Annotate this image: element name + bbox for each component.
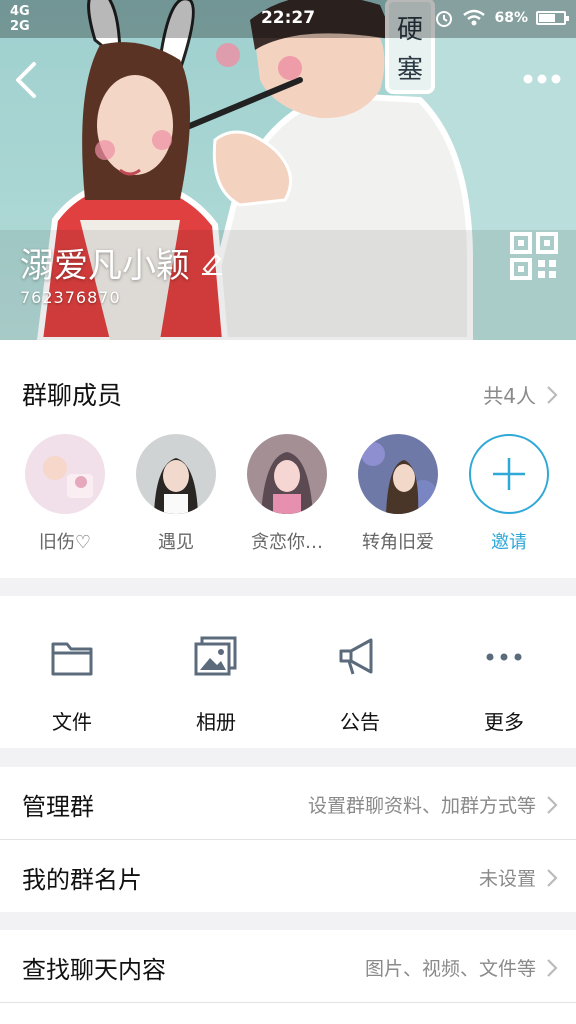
edit-pencil-icon[interactable]	[200, 251, 224, 275]
search-chat-value-wrap: 图片、视频、文件等	[365, 954, 558, 981]
chevron-right-icon	[547, 868, 558, 887]
announcement-button[interactable]: 公告	[310, 634, 410, 735]
megaphone-icon	[339, 638, 373, 675]
my-group-card-value-wrap: 未设置	[479, 864, 558, 891]
folder-icon	[51, 642, 93, 676]
album-label: 相册	[196, 710, 236, 734]
member-item[interactable]: 转角旧爱	[343, 434, 453, 554]
my-group-card-row[interactable]: 我的群名片 未设置	[0, 840, 576, 912]
more-icon	[523, 74, 561, 84]
chevron-right-icon	[547, 795, 558, 814]
files-button[interactable]: 文件	[22, 634, 122, 735]
member-item[interactable]: 旧伤♡	[10, 434, 120, 554]
announcement-label: 公告	[340, 710, 380, 734]
my-group-card-label: 我的群名片	[22, 866, 142, 894]
group-id: 762376870	[20, 288, 121, 307]
album-button[interactable]: 相册	[166, 634, 266, 735]
manage-group-row[interactable]: 管理群 设置群聊资料、加群方式等	[0, 767, 576, 839]
chevron-right-icon	[547, 385, 558, 404]
more-tools-button[interactable]: 更多	[454, 634, 554, 735]
more-dots-icon	[486, 653, 522, 661]
members-title: 群聊成员	[22, 381, 123, 410]
avatar	[25, 434, 105, 514]
member-name: 转角旧爱	[362, 532, 434, 553]
group-tools-section: 文件 相册 公告 更多	[0, 596, 576, 748]
files-label: 文件	[52, 710, 92, 734]
wifi-icon	[463, 9, 486, 26]
members-count-link[interactable]: 共4人	[483, 380, 558, 409]
manage-group-label: 管理群	[22, 793, 94, 821]
battery-icon	[536, 11, 569, 25]
invite-circle	[469, 434, 549, 514]
member-name: 旧伤♡	[38, 532, 92, 553]
avatar	[247, 434, 327, 514]
group-name-row[interactable]: 溺爱凡小颖	[20, 238, 224, 287]
album-icon	[194, 636, 237, 676]
back-icon	[16, 62, 36, 98]
alarm-icon	[436, 11, 453, 27]
back-button[interactable]	[10, 58, 46, 102]
chevron-right-icon	[547, 958, 558, 977]
member-name: 遇见	[158, 532, 194, 553]
group-members-section: 群聊成员 共4人 旧伤♡ 遇见 贪恋你… 转角旧爱 邀请	[0, 340, 576, 578]
group-header-banner: 硬 塞 4G 2G 22:27 68% 溺爱凡小颖 762376870	[0, 0, 576, 340]
search-chat-label: 查找聊天内容	[22, 956, 166, 984]
battery-level	[539, 14, 555, 22]
battery-percent: 68%	[494, 10, 528, 26]
group-name: 溺爱凡小颖	[20, 246, 190, 286]
members-count: 共4人	[483, 384, 536, 408]
invite-member-button[interactable]: 邀请	[454, 434, 564, 554]
qr-code-icon	[510, 232, 558, 280]
invite-label: 邀请	[491, 532, 527, 553]
qr-code-button[interactable]	[510, 232, 558, 280]
manage-group-value-wrap: 设置群聊资料、加群方式等	[308, 791, 558, 818]
member-item[interactable]: 贪恋你…	[232, 434, 342, 554]
more-options-button[interactable]	[522, 66, 562, 92]
my-group-card-value: 未设置	[478, 868, 536, 890]
member-item[interactable]: 遇见	[121, 434, 231, 554]
next-row-partial	[0, 1003, 576, 1024]
status-bar: 4G 2G 22:27 68%	[0, 0, 576, 38]
manage-group-value: 设置群聊资料、加群方式等	[307, 795, 536, 817]
avatar	[358, 434, 438, 514]
svg-text:塞: 塞	[397, 55, 423, 85]
plus-icon	[493, 458, 525, 490]
search-chat-row[interactable]: 查找聊天内容 图片、视频、文件等	[0, 930, 576, 1002]
member-name: 贪恋你…	[251, 532, 323, 553]
search-chat-value: 图片、视频、文件等	[364, 958, 536, 980]
more-tools-label: 更多	[484, 710, 524, 734]
status-right-cluster: 68%	[434, 8, 569, 28]
avatar	[136, 434, 216, 514]
